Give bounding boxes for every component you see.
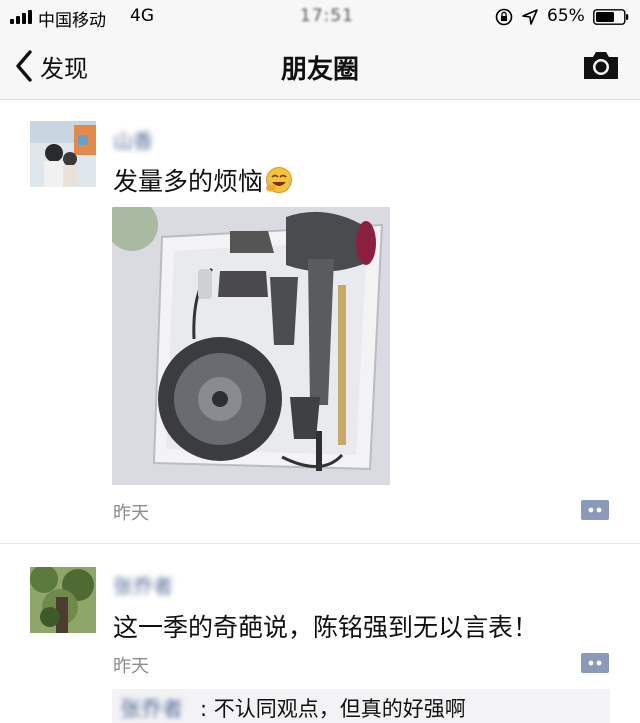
post-username[interactable]: 山香 xyxy=(113,125,153,154)
location-icon xyxy=(522,9,538,25)
battery-icon xyxy=(593,9,629,25)
avatar[interactable] xyxy=(30,567,96,633)
comment-text[interactable]: : 不认同观点，但真的好强啊 xyxy=(200,693,466,723)
post-text: 发量多的烦恼 xyxy=(113,162,293,198)
camera-icon[interactable] xyxy=(582,49,620,81)
post-username[interactable]: 张乔者 xyxy=(113,570,173,599)
page-title: 朋友圈 xyxy=(280,55,359,85)
carrier-label: 中国移动 xyxy=(38,11,106,31)
comment-icon[interactable] xyxy=(580,499,610,521)
moment-post: 山香 发量多的烦恼 昨天 xyxy=(0,100,640,544)
post-timestamp: 昨天 xyxy=(113,656,149,677)
comment-icon[interactable] xyxy=(580,652,610,674)
comment-list: 张乔者 : 不认同观点，但真的好强啊 xyxy=(112,689,610,723)
signal-icon xyxy=(10,10,32,24)
status-time: 17:51 xyxy=(300,6,354,26)
status-bar: 中国移动 4G 17:51 65% xyxy=(0,0,640,34)
orientation-lock-icon xyxy=(495,8,513,26)
avatar[interactable] xyxy=(30,121,96,187)
network-type: 4G xyxy=(130,6,154,26)
crying-laughing-emoji-icon xyxy=(266,167,293,193)
nav-bar: 发现 朋友圈 xyxy=(0,34,640,100)
post-photo[interactable] xyxy=(112,207,390,485)
battery-percent: 65% xyxy=(547,6,585,26)
post-text: 这一季的奇葩说，陈铭强到无以言表！ xyxy=(113,613,539,642)
post-timestamp: 昨天 xyxy=(113,503,149,524)
comment-author[interactable]: 张乔者 xyxy=(120,693,183,723)
